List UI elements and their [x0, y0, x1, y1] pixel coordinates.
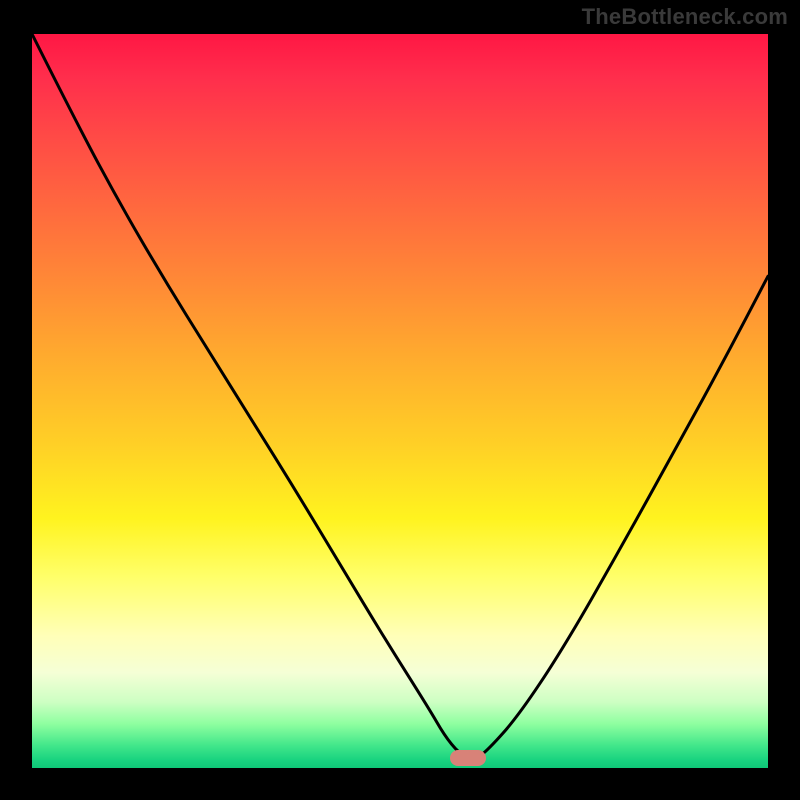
plot-area — [32, 34, 768, 768]
optimal-point-marker — [450, 750, 486, 766]
curve-overlay — [32, 34, 768, 768]
watermark-text: TheBottleneck.com — [582, 4, 788, 30]
bottleneck-curve — [32, 34, 768, 758]
chart-stage: TheBottleneck.com — [0, 0, 800, 800]
